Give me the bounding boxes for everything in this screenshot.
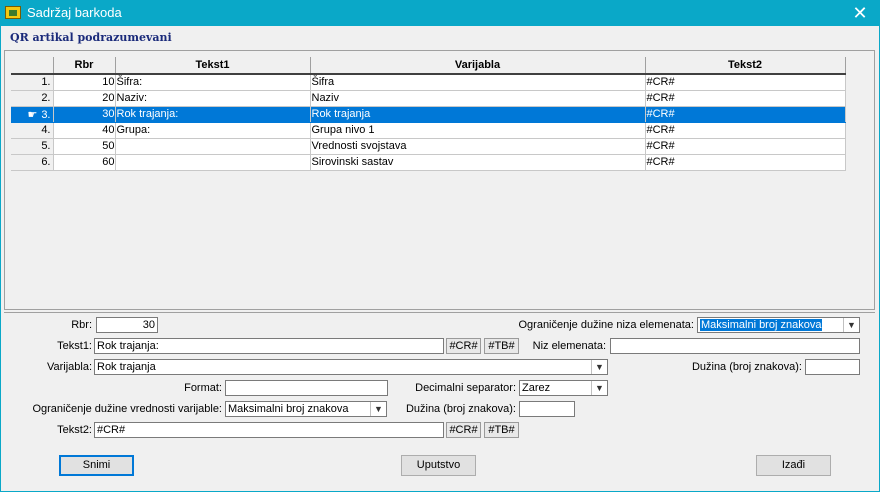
row-number: 6. [11,154,54,171]
exit-button[interactable]: Izađi [756,455,831,476]
cell-rbr[interactable]: 40 [53,122,116,139]
format-input[interactable] [225,380,388,396]
header-rownum [11,57,54,75]
cell-tekst2[interactable]: #CR# [645,154,846,171]
cell-tekst2[interactable]: #CR# [645,74,846,91]
tekst2-input[interactable]: #CR# [94,422,444,438]
ogranicenje-niza-value: Maksimalni broj znakova [700,319,823,331]
cell-tekst1[interactable]: Grupa: [115,122,311,139]
cell-tekst2[interactable]: #CR# [645,90,846,107]
table-row[interactable]: 4. 40 Grupa: Grupa nivo 1 #CR# [11,122,846,139]
cell-rbr[interactable]: 10 [53,74,116,91]
table-row[interactable]: 1. 10 Šifra: Šifra #CR# [11,74,846,91]
duzina-vrednosti-label: Dužina (broj znakova): [405,403,516,415]
header-rbr[interactable]: Rbr [53,57,116,75]
title-bar: Sadržaj barkoda ✕ [0,0,880,26]
format-label: Format: [184,382,222,394]
window-border-left [0,26,1,492]
barcode-app-icon [5,6,21,19]
help-button[interactable]: Uputstvo [401,455,476,476]
table-row[interactable]: 5. 50 Vrednosti svojstava #CR# [11,138,846,155]
chevron-down-icon[interactable]: ▼ [370,402,386,416]
cell-varijabla[interactable]: Grupa nivo 1 [310,122,646,139]
duzina-niza-input[interactable] [805,359,860,375]
cell-varijabla[interactable]: Šifra [310,74,646,91]
page-title: QR artikal podrazumevani [10,31,172,44]
row-number-text: 3. [41,108,51,121]
cell-varijabla[interactable]: Rok trajanja [310,106,646,123]
cell-tekst2[interactable]: #CR# [645,106,846,123]
varijabla-select[interactable]: Rok trajanja ▼ [94,359,608,375]
duzina-vrednosti-input[interactable] [519,401,575,417]
ogranicenje-vrednosti-value: Maksimalni broj znakova [228,403,349,415]
cell-tekst1[interactable] [115,154,311,171]
cell-rbr[interactable]: 20 [53,90,116,107]
varijabla-value: Rok trajanja [97,361,156,373]
niz-elemenata-label: Niz elemenata: [532,340,606,352]
cell-tekst1[interactable]: Naziv: [115,90,311,107]
cell-tekst2[interactable]: #CR# [645,122,846,139]
cell-varijabla[interactable]: Sirovinski sastav [310,154,646,171]
grid-panel: Rbr Tekst1 Varijabla Tekst2 1. 10 Šifra:… [4,50,875,310]
row-number: 4. [11,122,54,139]
barcode-table[interactable]: Rbr Tekst1 Varijabla Tekst2 1. 10 Šifra:… [11,57,846,171]
window-title: Sadržaj barkoda [27,5,122,20]
row-number: 2. [11,90,54,107]
chevron-down-icon[interactable]: ▼ [591,381,607,395]
niz-elemenata-input[interactable] [610,338,860,354]
table-row[interactable]: 2. 20 Naziv: Naziv #CR# [11,90,846,107]
row-number: ☛ 3. [11,106,54,123]
cell-rbr[interactable]: 50 [53,138,116,155]
row-number: 5. [11,138,54,155]
table-header-row: Rbr Tekst1 Varijabla Tekst2 [11,57,846,75]
rbr-input[interactable]: 30 [96,317,158,333]
cell-varijabla[interactable]: Vrednosti svojstava [310,138,646,155]
duzina-niza-label: Dužina (broj znakova): [691,361,802,373]
header-tekst1[interactable]: Tekst1 [115,57,311,75]
table-row[interactable]: 6. 60 Sirovinski sastav #CR# [11,154,846,171]
tekst1-input[interactable]: Rok trajanja: [94,338,444,354]
tekst2-label: Tekst2: [57,424,92,436]
save-button[interactable]: Snimi [59,455,134,476]
cell-rbr[interactable]: 30 [53,106,116,123]
decimalni-separator-label: Decimalni separator: [415,382,516,394]
table-row-selected[interactable]: ☛ 3. 30 Rok trajanja: Rok trajanja #CR# [11,106,846,123]
tekst1-tb-button[interactable]: #TB# [484,338,519,354]
chevron-down-icon[interactable]: ▼ [843,318,859,332]
ogranicenje-niza-select[interactable]: Maksimalni broj znakova ▼ [697,317,860,333]
tekst1-cr-button[interactable]: #CR# [446,338,481,354]
close-icon[interactable]: ✕ [848,2,872,24]
cell-tekst2[interactable]: #CR# [645,138,846,155]
header-tekst2[interactable]: Tekst2 [645,57,846,75]
ogranicenje-niza-label: Ograničenje dužine niza elemenata: [518,319,694,331]
tekst2-cr-button[interactable]: #CR# [446,422,481,438]
ogranicenje-vrednosti-select[interactable]: Maksimalni broj znakova ▼ [225,401,387,417]
hand-pointer-icon: ☛ [27,108,38,121]
tekst2-tb-button[interactable]: #TB# [484,422,519,438]
ogranicenje-vrednosti-label: Ograničenje dužine vrednosti varijable: [32,403,222,415]
cell-varijabla[interactable]: Naziv [310,90,646,107]
decimalni-separator-select[interactable]: Zarez ▼ [519,380,608,396]
row-number: 1. [11,74,54,91]
chevron-down-icon[interactable]: ▼ [591,360,607,374]
cell-tekst1[interactable] [115,138,311,155]
rbr-label: Rbr: [71,319,92,331]
varijabla-label: Varijabla: [46,361,92,373]
cell-rbr[interactable]: 60 [53,154,116,171]
header-varijabla[interactable]: Varijabla [310,57,646,75]
cell-tekst1[interactable]: Šifra: [115,74,311,91]
cell-tekst1[interactable]: Rok trajanja: [115,106,311,123]
tekst1-label: Tekst1: [57,340,92,352]
decimalni-separator-value: Zarez [522,382,551,394]
